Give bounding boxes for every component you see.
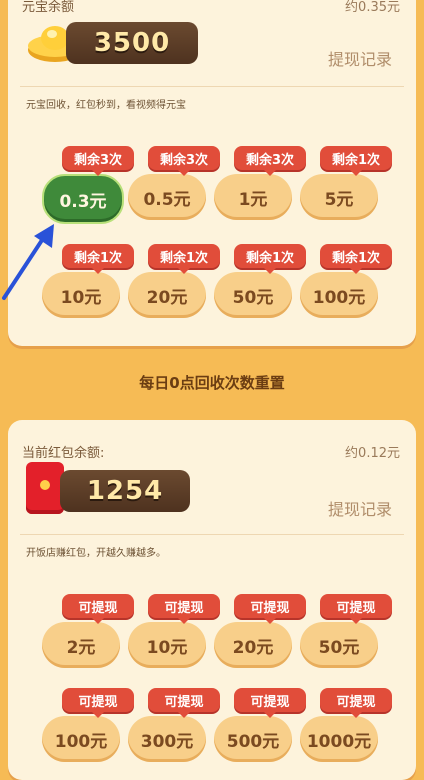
yuanbao-option-20[interactable]: 20元 <box>128 272 206 318</box>
remaining-count-badge: 剩余3次 <box>148 146 220 176</box>
withdraw-option-100[interactable]: 100元 <box>42 716 120 762</box>
withdrawable-badge: 可提现 <box>320 594 392 624</box>
remaining-count-badge: 剩余1次 <box>62 244 134 274</box>
withdrawable-badge: 可提现 <box>234 594 306 624</box>
divider <box>20 534 404 535</box>
option-amount: 300元 <box>140 731 194 752</box>
pointer-arrow-icon <box>2 224 54 300</box>
yuanbao-option-5[interactable]: 5元 <box>300 174 378 220</box>
option-amount: 0.5元 <box>143 189 191 210</box>
option-amount: 10元 <box>60 287 102 308</box>
option-amount: 0.3元 <box>59 191 107 212</box>
withdrawable-badge: 可提现 <box>148 688 220 718</box>
redpacket-info-text: 开饭店赚红包，开越久赚越多。 <box>26 548 166 559</box>
remaining-count-badge: 剩余1次 <box>320 244 392 274</box>
red-packet-icon <box>26 462 64 514</box>
yuanbao-info-text: 元宝回收，红包秒到，看视频得元宝 <box>26 100 186 111</box>
remaining-count-badge: 剩余1次 <box>148 244 220 274</box>
yuanbao-approx-value: 约0.35元 <box>345 0 400 15</box>
option-amount: 100元 <box>312 287 366 308</box>
withdraw-option-20[interactable]: 20元 <box>214 622 292 668</box>
remaining-count-badge: 剩余3次 <box>62 146 134 176</box>
redpacket-balance: 1254 <box>60 470 190 512</box>
yuanbao-option-0.5[interactable]: 0.5元 <box>128 174 206 220</box>
option-amount: 2元 <box>66 637 96 658</box>
daily-reset-notice: 每日0点回收次数重置 <box>139 374 285 392</box>
yuanbao-title: 元宝余额 <box>22 0 75 15</box>
remaining-count-badge: 剩余1次 <box>234 244 306 274</box>
withdrawable-badge: 可提现 <box>148 594 220 624</box>
option-amount: 5元 <box>324 189 354 210</box>
withdrawable-badge: 可提现 <box>320 688 392 718</box>
withdraw-option-500[interactable]: 500元 <box>214 716 292 762</box>
option-amount: 1000元 <box>306 731 372 752</box>
option-amount: 10元 <box>146 637 188 658</box>
withdraw-option-1000[interactable]: 1000元 <box>300 716 378 762</box>
yuanbao-option-50[interactable]: 50元 <box>214 272 292 318</box>
option-amount: 50元 <box>232 287 274 308</box>
withdraw-option-10[interactable]: 10元 <box>128 622 206 668</box>
withdraw-option-2[interactable]: 2元 <box>42 622 120 668</box>
remaining-count-badge: 剩余1次 <box>320 146 392 176</box>
redpacket-title: 当前红包余额: <box>22 446 105 461</box>
option-amount: 500元 <box>226 731 280 752</box>
withdrawable-badge: 可提现 <box>62 688 134 718</box>
remaining-count-badge: 剩余3次 <box>234 146 306 176</box>
withdraw-option-300[interactable]: 300元 <box>128 716 206 762</box>
option-amount: 20元 <box>146 287 188 308</box>
redpacket-withdraw-record-link[interactable]: 提现记录 <box>328 496 392 520</box>
yuanbao-withdraw-record-link[interactable]: 提现记录 <box>328 46 392 70</box>
option-amount: 20元 <box>232 637 274 658</box>
yuanbao-balance: 3500 <box>66 22 198 64</box>
withdraw-option-50[interactable]: 50元 <box>300 622 378 668</box>
option-amount: 1元 <box>238 189 268 210</box>
option-amount: 100元 <box>54 731 108 752</box>
divider <box>20 86 404 87</box>
yuanbao-option-0.3[interactable]: 0.3元 <box>42 174 124 224</box>
option-amount: 50元 <box>318 637 360 658</box>
withdrawable-badge: 可提现 <box>62 594 134 624</box>
redpacket-approx-value: 约0.12元 <box>345 446 400 461</box>
withdrawable-badge: 可提现 <box>234 688 306 718</box>
yuanbao-option-1[interactable]: 1元 <box>214 174 292 220</box>
yuanbao-option-100[interactable]: 100元 <box>300 272 378 318</box>
